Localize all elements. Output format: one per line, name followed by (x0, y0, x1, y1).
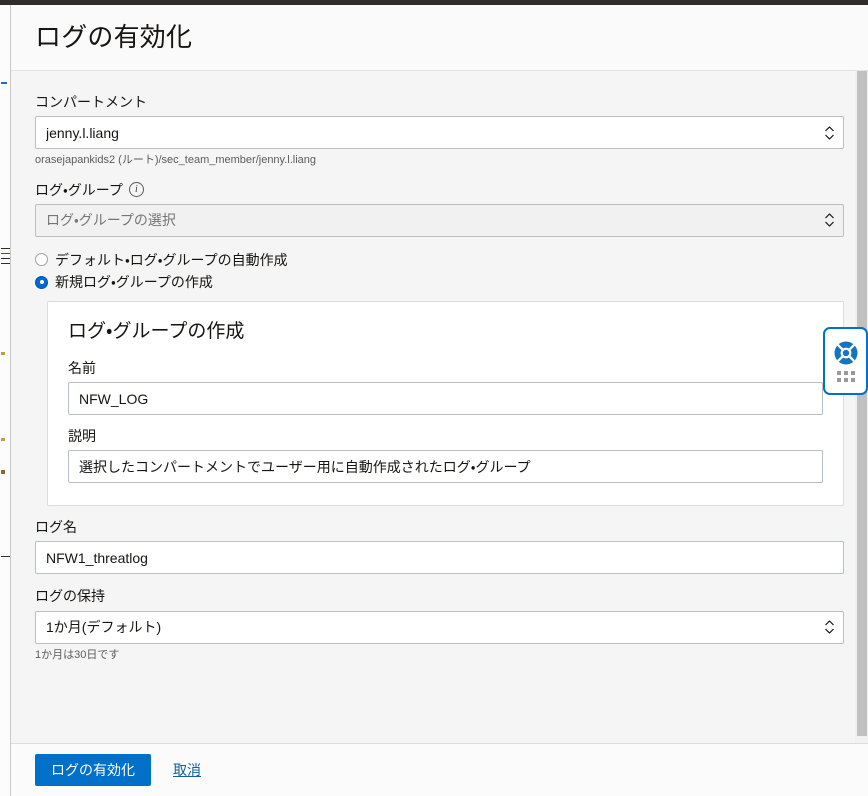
background-page-strip (0, 0, 11, 796)
log-retention-field: ログの保持 1か月は30日です (35, 587, 844, 663)
help-support-widget[interactable] (823, 327, 868, 395)
background-fleck (1, 263, 10, 264)
log-group-name-input[interactable] (68, 382, 823, 416)
log-group-name-field: 名前 (68, 359, 823, 416)
log-group-label-row: ログ・グループ i (35, 181, 844, 199)
log-group-description-input[interactable] (68, 450, 823, 484)
create-log-group-title: ログ・グループの作成 (68, 321, 245, 343)
compartment-select-wrap (35, 116, 844, 150)
log-retention-select-wrap (35, 610, 844, 644)
log-group-field: ログ・グループ i (35, 181, 844, 237)
background-fleck (1, 248, 10, 249)
log-group-label: ログ・グループ (35, 181, 123, 198)
radio-auto-create-default-log-group[interactable]: デフォルト・ログ・グループの自動作成 (35, 251, 844, 269)
log-group-description-field: 説明 (68, 427, 823, 484)
enable-log-dialog: ログの有効化 コンパートメント orasejapankids2 (ルート)/se… (11, 5, 868, 796)
background-fleck (1, 470, 5, 474)
background-fleck (1, 352, 5, 355)
log-name-label: ログ名 (35, 519, 77, 536)
background-fleck (1, 82, 7, 84)
background-fleck (1, 258, 10, 259)
page-title: ログの有効化 (35, 21, 193, 52)
dialog-footer: ログの有効化 取消 (11, 743, 868, 796)
log-name-field: ログ名 (35, 518, 844, 575)
compartment-label: コンパートメント (35, 94, 147, 110)
compartment-select[interactable] (35, 116, 844, 150)
background-fleck (1, 253, 10, 254)
info-circle-icon[interactable]: i (128, 182, 144, 198)
radio-label: デフォルト・ログ・グループの自動作成 (55, 251, 288, 268)
compartment-path-helper: orasejapankids2 (ルート)/sec_team_member/je… (35, 154, 317, 167)
radio-checked-icon (35, 275, 48, 289)
drag-handle-dots-icon[interactable] (836, 371, 855, 382)
log-retention-label: ログの保持 (35, 588, 105, 605)
background-fleck (1, 556, 10, 557)
log-group-name-label: 名前 (68, 359, 96, 376)
log-retention-helper: 1か月は30日です (35, 648, 120, 661)
background-fleck (1, 438, 5, 441)
radio-label: 新規ログ・グループの作成 (55, 273, 213, 290)
enable-log-submit-button[interactable]: ログの有効化 (35, 753, 151, 787)
log-group-description-label: 説明 (68, 428, 96, 445)
dialog-body: コンパートメント orasejapankids2 (ルート)/sec_team_… (11, 71, 868, 743)
log-name-input[interactable] (35, 541, 844, 575)
page-root: ログの有効化 コンパートメント orasejapankids2 (ルート)/se… (0, 0, 868, 796)
dialog-header: ログの有効化 (11, 5, 868, 71)
radio-unchecked-icon (35, 253, 48, 267)
log-group-select[interactable] (35, 203, 844, 237)
create-log-group-card: ログ・グループの作成 名前 説明 (47, 301, 844, 507)
log-group-mode-radiogroup: デフォルト・ログ・グループの自動作成 新規ログ・グループの作成 (35, 251, 844, 291)
vertical-scrollbar[interactable] (855, 71, 868, 743)
log-retention-select[interactable] (35, 610, 844, 644)
log-group-select-wrap (35, 203, 844, 237)
cancel-button[interactable]: 取消 (173, 760, 201, 780)
compartment-field: コンパートメント orasejapankids2 (ルート)/sec_team_… (35, 93, 844, 169)
life-preserver-icon (834, 341, 857, 365)
scrollbar-thumb[interactable] (857, 71, 867, 736)
radio-create-new-log-group[interactable]: 新規ログ・グループの作成 (35, 273, 844, 291)
